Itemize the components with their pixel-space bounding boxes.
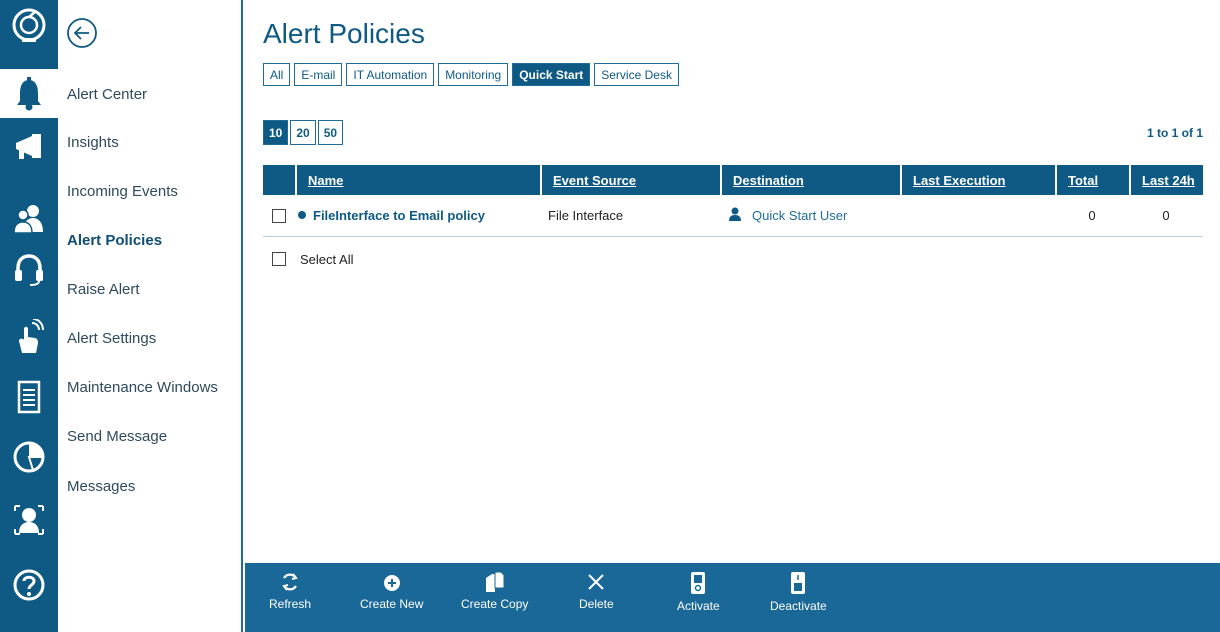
result-range: 1 to 1 of 1 xyxy=(1146,126,1203,140)
create-new-button[interactable]: Create New xyxy=(360,563,423,632)
filter-service-desk[interactable]: Service Desk xyxy=(594,63,679,86)
help-icon[interactable] xyxy=(0,560,58,609)
select-all-checkbox[interactable] xyxy=(272,252,286,266)
select-all-label: Select All xyxy=(300,252,354,267)
refresh-button[interactable]: Refresh xyxy=(269,563,311,632)
main-content: Alert Policies All E-mail IT Automation … xyxy=(245,0,1220,632)
page-size-10[interactable]: 10 xyxy=(263,120,289,145)
page-size-selector: 10 20 50 xyxy=(263,120,344,145)
column-header-last-execution[interactable]: Last Execution xyxy=(900,165,1055,195)
page-size-20[interactable]: 20 xyxy=(290,120,316,145)
copy-icon xyxy=(485,571,505,592)
page-size-50[interactable]: 50 xyxy=(317,120,344,145)
column-header-name[interactable]: Name xyxy=(295,165,540,195)
nav-item-messages[interactable]: Messages xyxy=(67,478,135,495)
users-icon[interactable] xyxy=(0,193,58,242)
refresh-label: Refresh xyxy=(269,597,312,611)
create-new-label: Create New xyxy=(360,597,424,611)
column-header-destination[interactable]: Destination xyxy=(720,165,900,195)
person-frame-icon[interactable] xyxy=(0,495,58,544)
create-copy-button[interactable]: Create Copy xyxy=(461,563,528,632)
switch-off-icon xyxy=(791,572,806,594)
policy-name-cell[interactable]: FileInterface to Email policy xyxy=(298,195,485,237)
deactivate-button[interactable]: Deactivate xyxy=(770,563,827,632)
last-24h-cell: 0 xyxy=(1162,208,1170,223)
server-icon[interactable] xyxy=(0,372,58,421)
activate-label: Activate xyxy=(677,599,720,613)
page-title: Alert Policies xyxy=(263,18,425,49)
destination-link[interactable]: Quick Start User xyxy=(752,208,847,223)
nav-item-maintenance-windows[interactable]: Maintenance Windows xyxy=(67,379,218,396)
delete-label: Delete xyxy=(579,597,614,611)
column-header-event-source[interactable]: Event Source xyxy=(540,165,720,195)
secondary-nav: Alert Center Insights Incoming Events Al… xyxy=(58,0,243,632)
status-dot-icon xyxy=(298,211,306,219)
arrow-left-icon xyxy=(67,18,97,48)
destination-cell: Quick Start User xyxy=(728,195,847,237)
bottom-toolbar: Refresh Create New Create Copy Delete Ac… xyxy=(245,563,1220,632)
nav-item-alert-settings[interactable]: Alert Settings xyxy=(67,330,156,347)
nav-item-incoming-events[interactable]: Incoming Events xyxy=(67,183,178,200)
total-cell: 0 xyxy=(1088,208,1096,223)
activate-button[interactable]: Activate xyxy=(677,563,720,632)
filter-quick-start[interactable]: Quick Start xyxy=(512,63,591,86)
nav-item-insights[interactable]: Insights xyxy=(67,134,119,151)
switch-on-icon xyxy=(691,572,706,594)
column-header-total[interactable]: Total xyxy=(1055,165,1129,195)
policy-name-link[interactable]: FileInterface to Email policy xyxy=(313,208,485,223)
icon-rail xyxy=(0,0,58,632)
nav-item-alert-policies[interactable]: Alert Policies xyxy=(67,232,162,249)
delete-button[interactable]: Delete xyxy=(579,563,614,632)
event-source-cell: File Interface xyxy=(548,208,624,223)
filter-email[interactable]: E-mail xyxy=(294,63,343,86)
nav-item-alert-center[interactable]: Alert Center xyxy=(67,86,147,103)
filter-monitoring[interactable]: Monitoring xyxy=(438,63,509,86)
row-checkbox[interactable] xyxy=(272,209,286,223)
touch-icon[interactable] xyxy=(0,312,58,361)
bell-icon[interactable] xyxy=(0,69,58,118)
column-header-last-24h[interactable]: Last 24h xyxy=(1129,165,1203,195)
table-row[interactable]: FileInterface to Email policy File Inter… xyxy=(263,195,1203,237)
pie-chart-icon[interactable] xyxy=(0,432,58,481)
select-all[interactable]: Select All xyxy=(263,252,463,268)
filter-it-automation[interactable]: IT Automation xyxy=(346,63,435,86)
close-icon xyxy=(588,574,605,590)
user-icon xyxy=(729,207,741,221)
logo-icon[interactable] xyxy=(0,0,58,49)
nav-item-send-message[interactable]: Send Message xyxy=(67,428,167,445)
refresh-icon xyxy=(282,573,298,591)
filter-tabs: All E-mail IT Automation Monitoring Quic… xyxy=(263,63,679,86)
headset-icon[interactable] xyxy=(0,245,58,294)
back-button[interactable] xyxy=(66,17,98,49)
nav-item-raise-alert[interactable]: Raise Alert xyxy=(67,281,140,298)
filter-all[interactable]: All xyxy=(263,63,291,86)
create-copy-label: Create Copy xyxy=(461,597,529,611)
deactivate-label: Deactivate xyxy=(770,599,827,613)
policies-table: Name Event Source Destination Last Execu… xyxy=(263,165,1203,237)
megaphone-icon[interactable] xyxy=(0,122,58,171)
plus-circle-icon xyxy=(383,575,400,591)
table-header: Name Event Source Destination Last Execu… xyxy=(263,165,1203,195)
